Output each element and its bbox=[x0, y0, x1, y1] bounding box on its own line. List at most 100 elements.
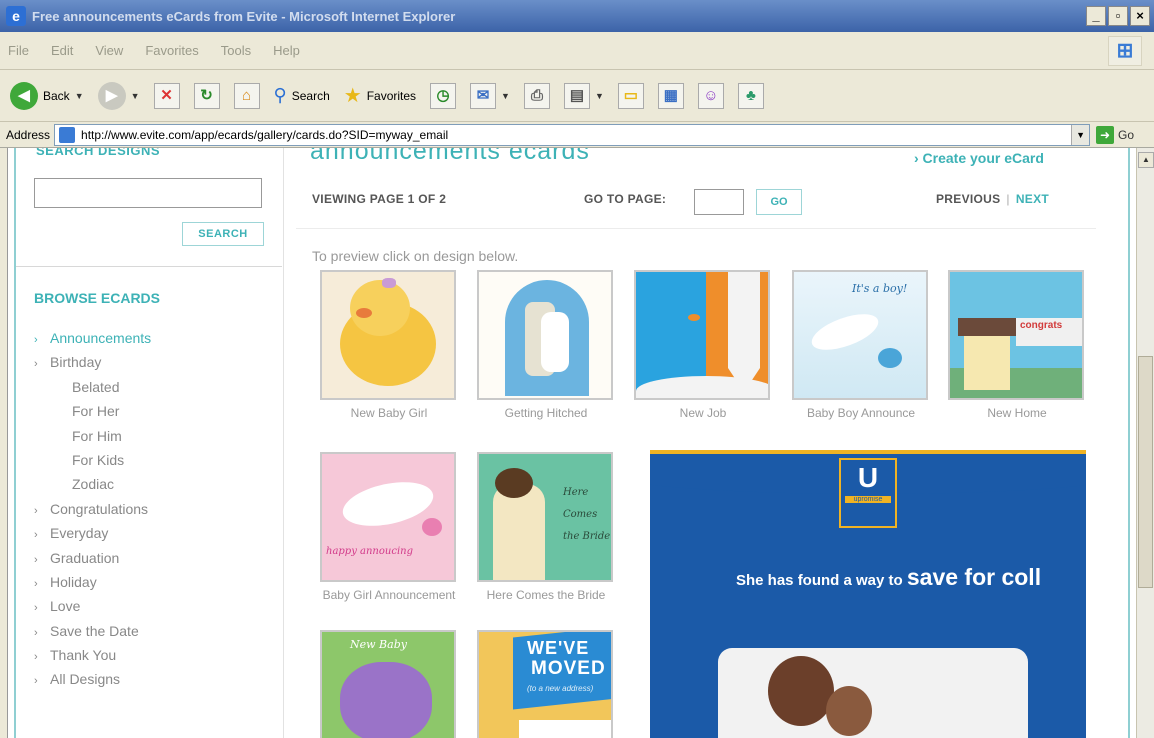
discuss-icon[interactable]: ▭ bbox=[617, 82, 644, 109]
page-indicator: VIEWING PAGE 1 OF 2 bbox=[312, 192, 447, 206]
menu-view[interactable]: View bbox=[95, 43, 123, 58]
card-getting-hitched[interactable]: Getting Hitched bbox=[477, 270, 615, 422]
scroll-up-icon[interactable]: ▲ bbox=[1138, 152, 1154, 168]
menu-file[interactable]: File bbox=[8, 43, 29, 58]
search-designs-input[interactable] bbox=[34, 178, 262, 208]
refresh-icon[interactable]: ↻ bbox=[193, 82, 220, 109]
card-thumbnail[interactable] bbox=[320, 270, 456, 400]
card-art-text-line2: MOVED bbox=[531, 658, 606, 679]
next-link[interactable]: NEXT bbox=[1016, 192, 1049, 206]
card-new-job[interactable]: New Job bbox=[634, 270, 772, 422]
print-icon[interactable]: ⎙ bbox=[523, 82, 550, 109]
forward-arrow-icon: ▶ bbox=[97, 81, 126, 110]
forward-button[interactable]: ▶ ▼ bbox=[97, 81, 140, 110]
sidebar-item-belated[interactable]: Belated bbox=[34, 375, 151, 399]
search-designs-button[interactable]: SEARCH bbox=[182, 222, 264, 246]
sidebar-item-save-the-date[interactable]: › Save the Date bbox=[34, 619, 151, 643]
mail-button[interactable]: ✉ ▼ bbox=[470, 82, 510, 109]
menu-edit[interactable]: Edit bbox=[51, 43, 73, 58]
back-dropdown-icon[interactable]: ▼ bbox=[75, 91, 84, 101]
sidebar-item-announcements[interactable]: › Announcements bbox=[34, 326, 151, 350]
edit-button[interactable]: ▤ ▼ bbox=[563, 82, 604, 109]
search-button[interactable]: ⚲ Search bbox=[274, 85, 330, 106]
research-icon[interactable]: ▦ bbox=[657, 82, 684, 109]
menu-help[interactable]: Help bbox=[273, 43, 300, 58]
people-icon[interactable]: ♣ bbox=[737, 82, 764, 109]
chevron-right-icon: › bbox=[34, 358, 38, 371]
sidebar-item-love[interactable]: › Love bbox=[34, 594, 151, 618]
card-label[interactable]: New Home bbox=[948, 404, 1086, 422]
chevron-right-icon: › bbox=[34, 577, 38, 590]
card-thumbnail[interactable]: New Baby bbox=[320, 630, 456, 738]
card-thumbnail[interactable]: Here Comes the Bride bbox=[477, 452, 613, 582]
window-title: Free announcements eCards from Evite - M… bbox=[32, 8, 456, 24]
chevron-right-icon: › bbox=[34, 553, 38, 566]
card-here-comes-the-bride[interactable]: Here Comes the Bride Here Comes the Brid… bbox=[477, 452, 615, 604]
messenger-icon[interactable]: ☺ bbox=[697, 82, 724, 109]
sidebar-item-label: All Designs bbox=[50, 671, 121, 688]
sidebar-item-birthday[interactable]: › Birthday bbox=[34, 350, 151, 374]
upromise-logo: U upromise bbox=[839, 458, 897, 528]
maximize-button[interactable]: ▫ bbox=[1108, 6, 1128, 26]
card-new-baby-girl[interactable]: New Baby Girl bbox=[320, 270, 458, 422]
menu-favorites[interactable]: Favorites bbox=[145, 43, 198, 58]
history-icon[interactable]: ◷ bbox=[430, 82, 457, 109]
mail-dropdown-icon[interactable]: ▼ bbox=[501, 91, 510, 101]
ad-photo bbox=[718, 648, 1028, 738]
address-input[interactable]: http://www.evite.com/app/ecards/gallery/… bbox=[54, 123, 1091, 146]
sidebar-divider bbox=[16, 266, 282, 267]
card-new-baby-elephant[interactable]: New Baby bbox=[320, 630, 458, 738]
ad-headline-bold: save for coll bbox=[906, 564, 1042, 590]
go-to-page-input[interactable] bbox=[694, 189, 744, 215]
pagination-separator: | bbox=[1006, 192, 1010, 206]
card-label[interactable]: Baby Girl Announcement bbox=[320, 586, 458, 604]
close-button[interactable]: × bbox=[1130, 6, 1150, 26]
stop-icon[interactable]: ✕ bbox=[153, 82, 180, 109]
card-label[interactable]: New Job bbox=[634, 404, 772, 422]
sidebar-item-for-kids[interactable]: For Kids bbox=[34, 448, 151, 472]
go-to-page-button[interactable]: GO bbox=[756, 189, 802, 215]
card-thumbnail[interactable] bbox=[477, 270, 613, 400]
card-new-home[interactable]: congrats New Home bbox=[948, 270, 1086, 422]
sidebar-item-thank-you[interactable]: › Thank You bbox=[34, 643, 151, 667]
sidebar-item-label: Love bbox=[50, 598, 81, 615]
card-thumbnail[interactable]: WE'VE MOVED (to a new address) bbox=[477, 630, 613, 738]
card-weve-moved[interactable]: WE'VE MOVED (to a new address) bbox=[477, 630, 615, 738]
card-thumbnail[interactable]: It's a boy! bbox=[792, 270, 928, 400]
go-button[interactable]: ➜ Go bbox=[1096, 125, 1134, 144]
previous-link[interactable]: PREVIOUS bbox=[936, 192, 1000, 206]
edit-dropdown-icon[interactable]: ▼ bbox=[595, 91, 604, 101]
minimize-button[interactable]: _ bbox=[1086, 6, 1106, 26]
sidebar-item-for-him[interactable]: For Him bbox=[34, 424, 151, 448]
card-label[interactable]: Baby Boy Announce bbox=[792, 404, 930, 422]
search-label: Search bbox=[291, 88, 330, 103]
sidebar-item-zodiac[interactable]: Zodiac bbox=[34, 472, 151, 496]
card-label[interactable]: Here Comes the Bride bbox=[477, 586, 615, 604]
sidebar-item-for-her[interactable]: For Her bbox=[34, 399, 151, 423]
sidebar-item-congratulations[interactable]: › Congratulations bbox=[34, 497, 151, 521]
card-thumbnail[interactable]: happy annoucing bbox=[320, 452, 456, 582]
favorites-button[interactable]: ★ Favorites bbox=[344, 83, 416, 108]
create-ecard-link[interactable]: › Create your eCard bbox=[914, 150, 1044, 166]
upromise-advertisement[interactable]: U upromise She has found a way to save f… bbox=[650, 450, 1086, 738]
sidebar-item-everyday[interactable]: › Everyday bbox=[34, 521, 151, 545]
card-thumbnail[interactable] bbox=[634, 270, 770, 400]
sidebar-item-graduation[interactable]: › Graduation bbox=[34, 546, 151, 570]
home-icon[interactable]: ⌂ bbox=[233, 82, 260, 109]
back-button[interactable]: ◀ Back ▼ bbox=[10, 81, 84, 110]
address-dropdown-icon[interactable]: ▼ bbox=[1071, 124, 1090, 145]
card-baby-girl-announcement[interactable]: happy annoucing Baby Girl Announcement bbox=[320, 452, 458, 604]
card-label[interactable]: New Baby Girl bbox=[320, 404, 458, 422]
go-to-page-label: GO TO PAGE: bbox=[584, 192, 667, 206]
sidebar-item-all-designs[interactable]: › All Designs bbox=[34, 667, 151, 691]
card-art-subtext: (to a new address) bbox=[527, 684, 594, 693]
scrollbar-thumb[interactable] bbox=[1138, 356, 1153, 588]
vertical-scrollbar[interactable]: ▲ bbox=[1136, 148, 1154, 738]
sidebar-item-holiday[interactable]: › Holiday bbox=[34, 570, 151, 594]
forward-dropdown-icon[interactable]: ▼ bbox=[131, 91, 140, 101]
menu-tools[interactable]: Tools bbox=[221, 43, 251, 58]
card-art-text: Here Comes the Bride bbox=[563, 487, 611, 542]
card-label[interactable]: Getting Hitched bbox=[477, 404, 615, 422]
card-baby-boy-announce[interactable]: It's a boy! Baby Boy Announce bbox=[792, 270, 930, 422]
card-thumbnail[interactable]: congrats bbox=[948, 270, 1084, 400]
